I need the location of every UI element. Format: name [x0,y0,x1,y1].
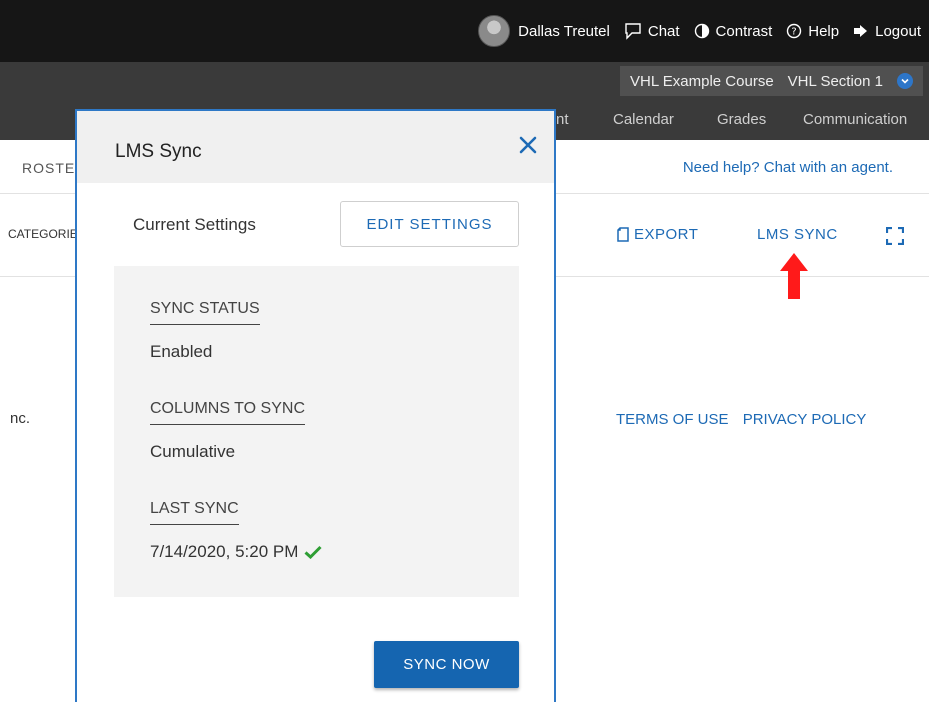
logout-label: Logout [875,22,921,40]
top-bar: Dallas Treutel Chat Contrast ? Help Logo… [0,0,929,62]
sync-now-button[interactable]: SYNC NOW [374,641,519,688]
edit-settings-button[interactable]: EDIT SETTINGS [340,201,519,247]
nav-item-grades[interactable]: Grades [717,111,766,128]
chat-link[interactable]: Chat [624,22,680,40]
logout-link[interactable]: Logout [853,23,921,40]
contrast-label: Contrast [715,22,773,40]
help-icon: ? [787,23,802,39]
chat-agent-link[interactable]: Need help? Chat with an agent. [683,159,893,176]
footer-links: TERMS OF USE PRIVACY POLICY [616,411,876,428]
export-button[interactable]: EXPORT [616,226,698,243]
chevron-down-icon [897,73,913,89]
fullscreen-icon[interactable] [886,227,904,245]
contrast-toggle[interactable]: Contrast [694,22,773,40]
export-label: EXPORT [634,226,699,243]
nav-item-partial[interactable]: nt [556,111,569,128]
nav-item-calendar[interactable]: Calendar [613,111,674,128]
footer-copyright: nc. [10,410,31,427]
chat-icon [625,23,641,40]
course-selector[interactable]: VHL Example Course VHL Section 1 [619,66,923,96]
nav-item-communication[interactable]: Communication [803,111,907,128]
tab-roster[interactable]: ROSTE [22,160,75,176]
sync-status-value: Enabled [150,342,213,361]
avatar[interactable] [478,15,511,47]
export-icon [617,227,629,242]
last-sync-label: LAST SYNC [150,500,239,525]
lms-sync-modal: LMS Sync Current Settings EDIT SETTINGS … [75,109,556,702]
contrast-icon [694,23,709,39]
user-name[interactable]: Dallas Treutel [518,23,610,40]
columns-to-sync-label: COLUMNS TO SYNC [150,400,305,425]
course-bar: VHL Example Course VHL Section 1 [0,62,929,100]
modal-header: LMS Sync [77,111,554,183]
section-name: VHL Section 1 [787,72,883,90]
chat-label: Chat [647,22,680,40]
course-name: VHL Example Course [629,72,774,90]
svg-text:?: ? [792,27,797,38]
logout-icon [854,25,868,37]
help-link[interactable]: ? Help [786,23,839,40]
settings-panel: SYNC STATUS Enabled COLUMNS TO SYNC Cumu… [114,266,519,597]
sync-status-label: SYNC STATUS [150,300,260,325]
help-label: Help [808,22,840,40]
columns-to-sync-value: Cumulative [150,442,236,461]
last-sync-value: 7/14/2020, 5:20 PM [150,542,299,561]
current-settings-label: Current Settings [133,215,256,234]
red-arrow-icon [780,253,808,299]
terms-link[interactable]: TERMS OF USE [616,411,729,428]
last-sync-value-row: 7/14/2020, 5:20 PM [150,542,322,562]
privacy-link[interactable]: PRIVACY POLICY [743,411,867,428]
modal-title: LMS Sync [115,141,202,162]
close-icon[interactable] [518,135,538,155]
checkmark-icon [304,545,322,559]
lms-sync-button[interactable]: LMS SYNC [757,226,838,243]
